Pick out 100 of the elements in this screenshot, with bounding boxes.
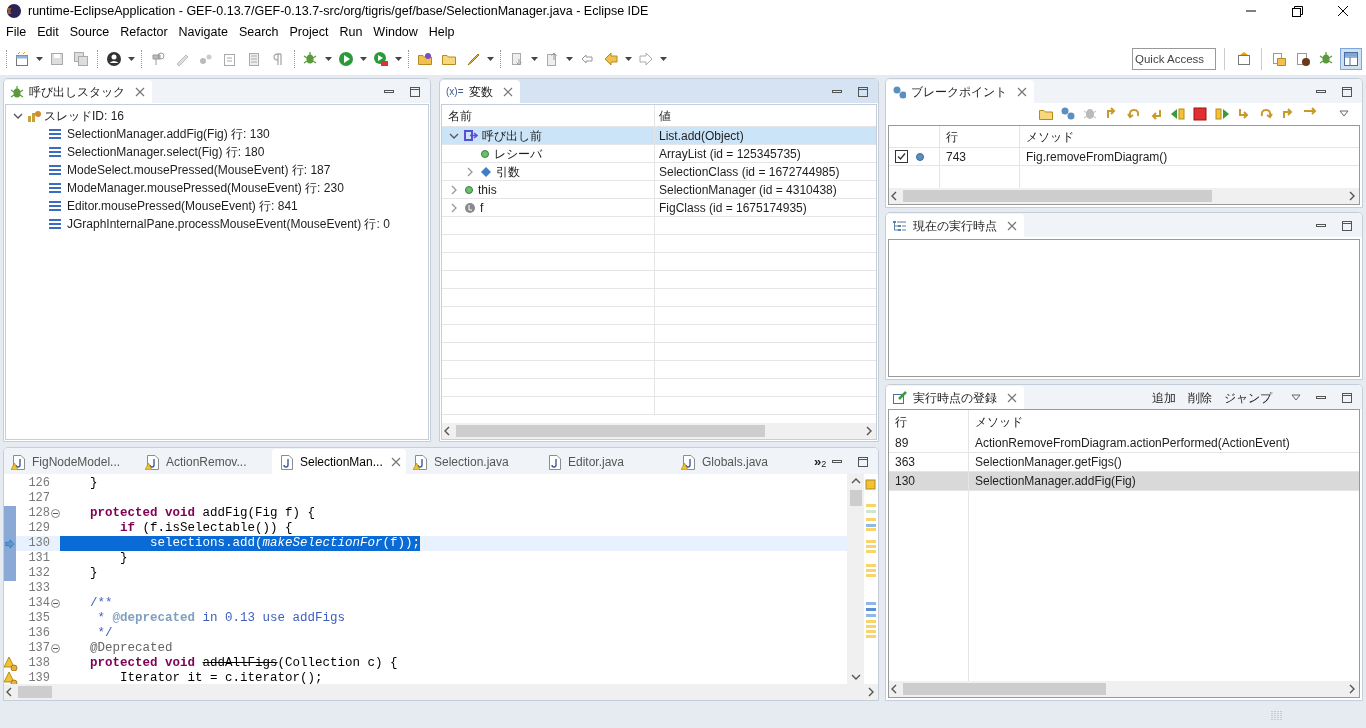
column-header[interactable]: 名前 — [442, 105, 655, 126]
menu-item[interactable]: Help — [423, 22, 460, 42]
window-title: runtime-EclipseApplication - GEF-0.13.7/GEF-0.13.7-src/org/tigris/gef/base/SelectionManager.java - Eclipse IDE — [28, 2, 649, 20]
table-cell-text: レシーバ — [494, 145, 542, 163]
view-tab[interactable]: (x)= 変数 — [440, 80, 520, 103]
fold-icon[interactable] — [50, 599, 60, 608]
fold-icon[interactable] — [50, 644, 60, 653]
overflow-tabs-button[interactable]: »$_{2}$ — [814, 449, 827, 474]
table-cell-text: 130 — [895, 473, 916, 490]
stop-icon[interactable] — [1192, 106, 1208, 122]
user-icon[interactable] — [106, 50, 122, 67]
menu-item[interactable]: Run — [334, 22, 368, 42]
run-tool-icon[interactable] — [373, 50, 389, 67]
download-icon[interactable] — [509, 50, 525, 67]
scrollbar-thumb[interactable] — [456, 425, 765, 437]
scrollbar-thumb[interactable] — [849, 490, 862, 506]
save-all-icon[interactable] — [73, 50, 89, 67]
horizontal-scrollbar[interactable] — [889, 681, 1359, 697]
save-icon[interactable] — [49, 50, 65, 67]
table-row[interactable]: 呼び出し前 List.add(Object) — [442, 127, 876, 145]
quick-access-field[interactable]: Quick Access — [1132, 47, 1216, 70]
table-row[interactable]: 130 SelectionManager.addFig(Fig) — [889, 472, 1359, 491]
tree-item[interactable]: SelectionManager.select(Fig) 行: 180 — [67, 143, 265, 161]
menu-item[interactable]: Window — [368, 22, 423, 42]
editor-tab[interactable]: Globals.java — [674, 449, 808, 474]
editor-tab[interactable]: Selection.java — [406, 449, 540, 474]
left-arrow-icon[interactable] — [603, 50, 619, 67]
scrollbar-thumb[interactable] — [903, 190, 1213, 202]
table-cell-text: f — [480, 199, 484, 217]
table-row[interactable]: this SelectionManager (id = 4310438) — [442, 181, 876, 199]
column-header[interactable]: 行 — [889, 410, 969, 434]
editor-tab[interactable]: ActionRemov... — [138, 449, 272, 474]
view-tab[interactable]: ブレークポイント — [886, 80, 1034, 103]
scrollbar-thumb[interactable] — [18, 686, 52, 698]
breakpoints-icon[interactable] — [1060, 106, 1076, 122]
tree-item[interactable]: ModeManager.mousePressed(MouseEvent) 行: 230 — [67, 179, 344, 197]
tree-item[interactable]: スレッドID: 16 — [44, 107, 124, 125]
column-header[interactable]: 値 — [655, 105, 876, 126]
horizontal-scrollbar[interactable] — [4, 684, 878, 700]
close-icon[interactable] — [1016, 85, 1028, 98]
menu-item[interactable]: Project — [284, 22, 334, 42]
close-icon[interactable] — [1006, 391, 1018, 404]
menu-item[interactable]: Search — [233, 22, 284, 42]
toolbar-action[interactable]: 追加 — [1152, 388, 1176, 407]
maximize-icon[interactable] — [856, 454, 870, 469]
close-icon[interactable] — [501, 85, 514, 98]
step-back-icon[interactable] — [1170, 106, 1186, 122]
checkbox[interactable] — [895, 150, 908, 163]
open-folder-icon[interactable] — [417, 50, 433, 67]
run-icon[interactable] — [338, 50, 354, 67]
right-arrow-icon[interactable] — [638, 50, 654, 67]
view-tab[interactable]: 呼び出しスタック — [4, 80, 152, 103]
menu-item[interactable]: Refactor — [115, 22, 173, 42]
tree-item[interactable]: ModeSelect.mousePressed(MouseEvent) 行: 187 — [67, 161, 331, 179]
view-tab[interactable]: 実行時点の登録 — [886, 386, 1024, 409]
close-icon[interactable] — [1006, 219, 1018, 232]
coffee-bean-icon[interactable] — [1295, 50, 1311, 67]
horizontal-scrollbar[interactable] — [442, 423, 876, 439]
pin-icon[interactable] — [150, 50, 166, 67]
stack-frame-icon — [48, 217, 62, 231]
maximize-icon[interactable] — [408, 84, 422, 99]
table-row[interactable]: 引数 SelectionClass (id = 1672744985) — [442, 163, 876, 181]
close-icon[interactable] — [389, 455, 402, 468]
table-cell-text: ActionRemoveFromDiagram.actionPerformed(ActionEvent) — [975, 435, 1290, 452]
table-row[interactable]: レシーバ ArrayList (id = 125345735) — [442, 145, 876, 163]
maximize-icon[interactable] — [1340, 218, 1354, 233]
column-header[interactable]: メソッド — [1020, 126, 1359, 147]
menu-item[interactable]: Source — [64, 22, 115, 42]
table-row[interactable]: 89 ActionRemoveFromDiagram.actionPerformed(ActionEvent) — [889, 434, 1359, 453]
scrollbar-thumb[interactable] — [903, 683, 1107, 695]
tree-item[interactable]: Editor.mousePressed(MouseEvent) 行: 841 — [67, 197, 298, 215]
menu-item[interactable]: Edit — [32, 22, 64, 42]
menu-item[interactable]: Navigate — [173, 22, 233, 42]
fold-icon[interactable] — [50, 509, 60, 518]
toolbar-action[interactable]: ジャンプ — [1224, 388, 1272, 407]
editor-tab[interactable]: Editor.java — [540, 449, 674, 474]
editor-tab[interactable]: SelectionMan... — [272, 449, 406, 474]
page-icon[interactable] — [246, 50, 262, 67]
column-header[interactable]: 行 — [940, 126, 1020, 147]
folder-stack-icon[interactable] — [1271, 50, 1287, 67]
menu-item[interactable]: File — [1, 22, 32, 42]
close-icon[interactable] — [134, 85, 146, 98]
code-line: @Deprecated — [89, 641, 173, 656]
perspective-button[interactable] — [1340, 47, 1362, 70]
toolbar-action[interactable]: 削除 — [1188, 388, 1212, 407]
new-file-icon[interactable] — [14, 50, 30, 67]
resume-icon[interactable] — [1214, 106, 1230, 122]
tree-item[interactable]: JGraphInternalPane.processMouseEvent(MouseEvent) 行: 0 — [67, 215, 390, 233]
vertical-scrollbar[interactable] — [847, 474, 864, 684]
table-row[interactable]: f FigClass (id = 1675174935) — [442, 199, 876, 217]
column-header[interactable]: メソッド — [969, 410, 1359, 434]
table-cell-text: 引数 — [496, 163, 520, 181]
view-tab[interactable]: 現在の実行時点 — [886, 214, 1024, 237]
maximize-icon[interactable] — [1340, 84, 1354, 99]
open-perspective-icon[interactable] — [1236, 50, 1252, 67]
editor-tab[interactable]: FigNodeModel... — [4, 449, 138, 474]
tree-item[interactable]: SelectionManager.addFig(Fig) 行: 130 — [67, 125, 270, 143]
maximize-icon[interactable] — [856, 84, 870, 99]
horizontal-scrollbar[interactable] — [889, 188, 1359, 204]
maximize-icon[interactable] — [1340, 390, 1354, 405]
